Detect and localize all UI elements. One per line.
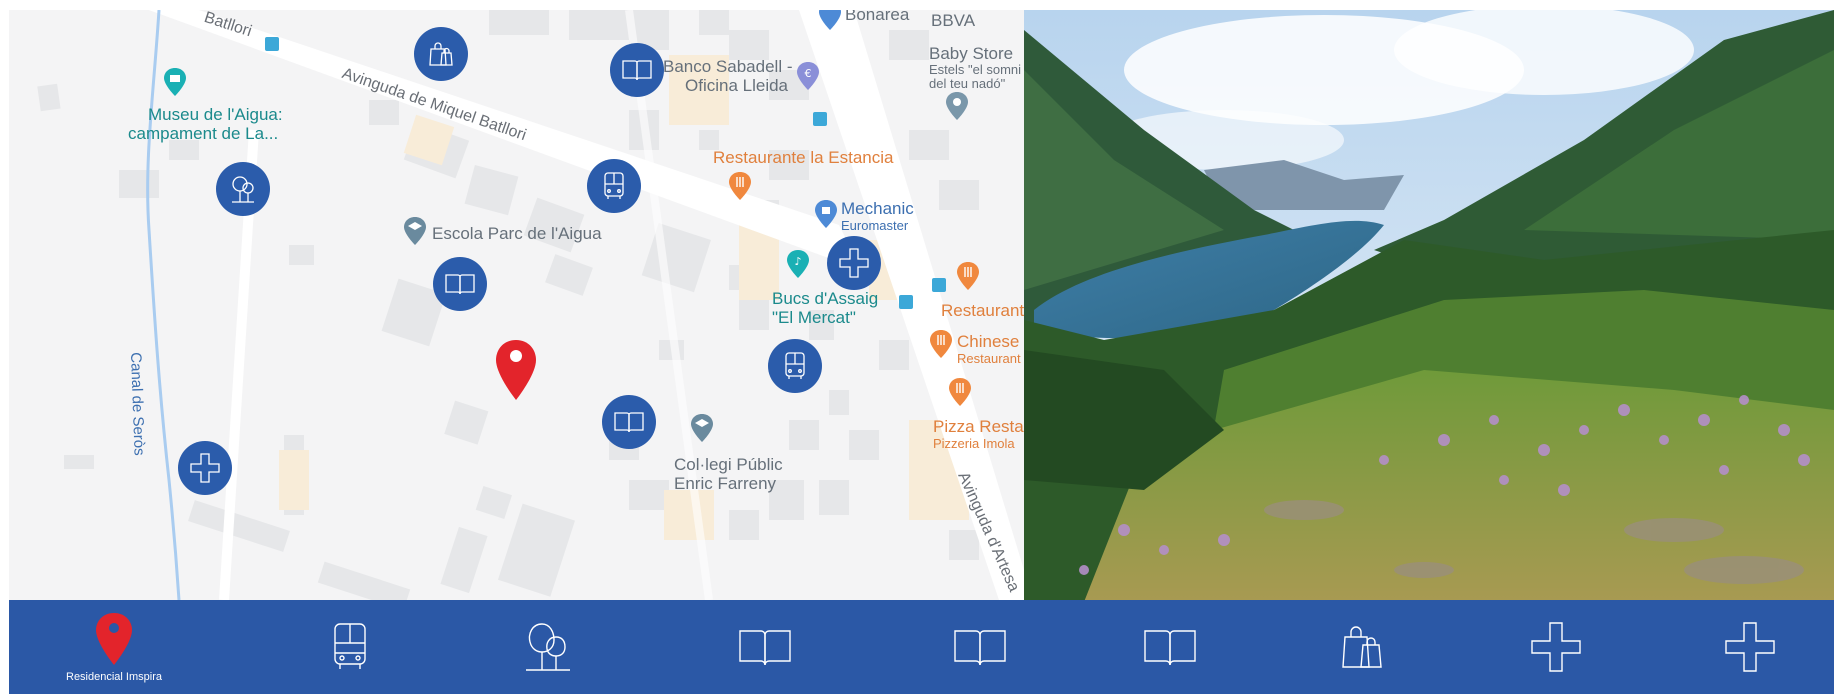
book-icon [622, 60, 652, 81]
bonarea-poi-icon[interactable] [819, 10, 841, 30]
map-marker-shopping[interactable] [414, 27, 468, 81]
place-label-bucs-line1: Bucs d'Assaig [772, 289, 879, 308]
bus-icon [334, 623, 366, 669]
map-marker-library-3[interactable] [602, 395, 656, 449]
map-marker-health-1[interactable] [827, 236, 881, 290]
svg-text:♪: ♪ [794, 255, 801, 268]
location-page: Batllori Avinguda de Miquel Batllori Can… [0, 0, 1834, 694]
bar-item-shopping[interactable] [1323, 600, 1403, 694]
place-label-euromaster: Euromaster [841, 218, 909, 233]
place-label-bonarea: Bonarea [845, 10, 910, 24]
road-label-canal-de-seros: Canal de Seròs [127, 351, 148, 456]
pizza-poi-icon[interactable] [949, 378, 971, 406]
book-icon [954, 630, 1006, 666]
book-icon [445, 274, 475, 295]
residence-location-pin-icon[interactable] [494, 340, 538, 402]
school-collegi-poi-icon[interactable] [691, 414, 713, 442]
place-label-banco-line1: Banco Sabadell - [663, 57, 793, 76]
museum-poi-icon[interactable] [164, 68, 186, 96]
place-label-collegi-line2: Enric Farreny [674, 474, 777, 493]
category-bar: Residencial Imspira [9, 600, 1834, 694]
place-label-pizza-sub: Pizzeria Imola [933, 436, 1015, 451]
map-marker-bus-2[interactable] [768, 339, 822, 393]
landscape-photo [1024, 10, 1834, 602]
bar-item-residence[interactable]: Residencial Imspira [49, 600, 179, 694]
place-label-chinese-sub: Restaurant [957, 351, 1021, 366]
place-label-mechanic: Mechanic [841, 199, 914, 218]
tree-icon [232, 176, 254, 203]
bank-poi-icon[interactable]: € [797, 62, 819, 90]
mechanic-poi-icon[interactable] [815, 200, 837, 228]
bar-item-library-3[interactable] [1130, 600, 1210, 694]
cross-icon [839, 248, 869, 278]
place-label-baby-sub1: Estels "el somni [929, 62, 1022, 77]
cross-icon [1531, 622, 1581, 672]
bar-item-health-1[interactable] [1516, 600, 1596, 694]
bar-item-park[interactable] [508, 600, 588, 694]
book-icon [1144, 630, 1196, 666]
map-marker-bus-1[interactable] [587, 159, 641, 213]
music-poi-icon[interactable]: ♪ [787, 250, 809, 278]
bus-icon [785, 352, 805, 379]
place-label-escola: Escola Parc de l'Aigua [432, 224, 602, 243]
shopping-bag-icon [429, 42, 453, 66]
place-label-chinese: Chinese [957, 332, 1020, 351]
place-label-museu-line1: Museu de l'Aigua: [148, 105, 283, 124]
bar-item-bus[interactable] [310, 600, 390, 694]
book-icon [614, 412, 644, 433]
chinese-restaurant-poi-icon[interactable] [930, 330, 952, 358]
map-marker-health-2[interactable] [178, 441, 232, 495]
school-poi-icon[interactable] [404, 217, 426, 245]
restaurant-estancia-poi-icon[interactable] [729, 172, 751, 200]
mountain-lake-image [1024, 10, 1834, 602]
place-label-restaurant: Restaurant [941, 301, 1024, 320]
book-icon [739, 630, 791, 666]
cross-icon [1725, 622, 1775, 672]
baby-store-poi-icon[interactable] [946, 92, 968, 120]
place-label-pizza: Pizza Resta [933, 417, 1024, 436]
bar-item-library-1[interactable] [725, 600, 805, 694]
place-label-collegi-line1: Col·legi Públic [674, 455, 783, 474]
map-marker-library-2[interactable] [433, 257, 487, 311]
map-marker-park[interactable] [216, 162, 270, 216]
place-label-museu-line2: campament de La... [128, 124, 279, 143]
shopping-bag-icon [1342, 626, 1382, 668]
tree-icon [526, 623, 570, 671]
place-label-banco-line2: Oficina Lleida [685, 76, 789, 95]
place-label-restaurante-estancia: Restaurante la Estancia [713, 148, 894, 167]
restaurant-poi-icon[interactable] [957, 262, 979, 290]
map-view[interactable]: Batllori Avinguda de Miquel Batllori Can… [9, 10, 1024, 600]
place-label-baby-store: Baby Store [929, 44, 1014, 63]
place-label-bucs-line2: "El Mercat" [772, 308, 856, 327]
bar-item-label: Residencial Imspira [66, 671, 162, 683]
bar-item-library-2[interactable] [940, 600, 1020, 694]
svg-text:€: € [805, 67, 812, 80]
cross-icon [190, 453, 220, 483]
bar-item-health-2[interactable] [1710, 600, 1790, 694]
place-label-baby-sub2: del teu nadó" [929, 76, 1006, 91]
bus-icon [604, 172, 624, 199]
map-marker-library-1[interactable] [610, 43, 664, 97]
location-pin-icon [96, 613, 132, 665]
place-label-bbva: BBVA [931, 11, 976, 30]
